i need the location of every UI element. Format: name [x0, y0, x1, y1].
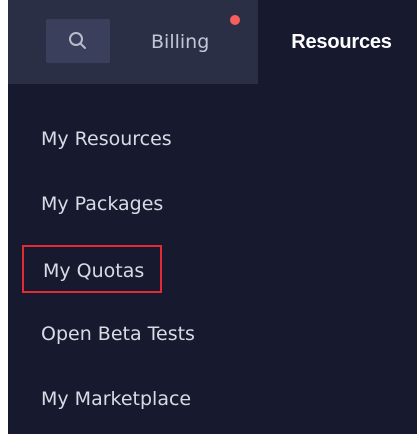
menu-item-my-packages[interactable]: My Packages	[41, 187, 163, 221]
tab-resources[interactable]: Resources	[258, 0, 417, 84]
search-button[interactable]	[46, 19, 110, 63]
top-navigation-bar: Billing Resources	[8, 0, 417, 84]
resources-menu: My Resources My Packages My Quotas Open …	[8, 84, 417, 434]
page-edge	[0, 0, 8, 434]
menu-item-open-beta-tests[interactable]: Open Beta Tests	[41, 317, 195, 351]
resources-dropdown-screen: Billing Resources My Resources My Packag…	[0, 0, 417, 434]
billing-notification-badge	[230, 15, 240, 25]
menu-item-my-quotas[interactable]: My Quotas	[22, 245, 163, 293]
search-icon	[69, 32, 86, 49]
menu-item-my-marketplace[interactable]: My Marketplace	[41, 382, 191, 416]
tab-resources-label: Resources	[291, 30, 392, 53]
menu-item-my-resources[interactable]: My Resources	[41, 122, 172, 156]
nav-billing[interactable]: Billing	[151, 20, 209, 64]
